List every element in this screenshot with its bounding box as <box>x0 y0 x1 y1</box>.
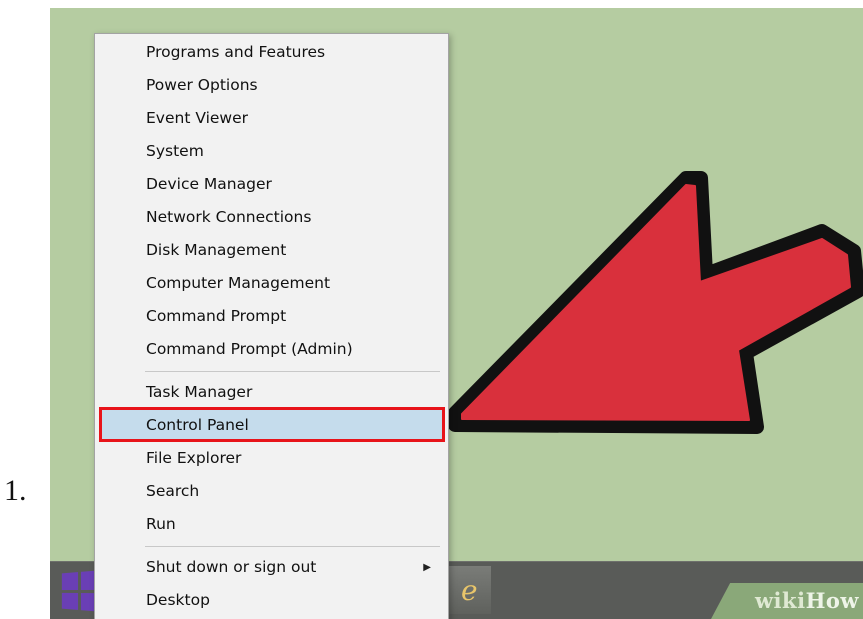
menu-item-command-prompt-admin[interactable]: Command Prompt (Admin) <box>100 334 443 365</box>
menu-item-label: Power Options <box>146 76 258 94</box>
watermark-wiki: wiki <box>754 588 806 613</box>
menu-item-power-options[interactable]: Power Options <box>100 70 443 101</box>
menu-separator <box>145 371 440 372</box>
menu-item-label: Device Manager <box>146 175 272 193</box>
menu-item-task-manager[interactable]: Task Manager <box>100 377 443 408</box>
menu-item-label: Network Connections <box>146 208 312 226</box>
menu-item-label: Command Prompt <box>146 307 287 325</box>
menu-item-shut-down-or-sign-out[interactable]: Shut down or sign out ▶ <box>100 552 443 583</box>
menu-item-event-viewer[interactable]: Event Viewer <box>100 103 443 134</box>
menu-item-label: Desktop <box>146 591 210 609</box>
menu-item-label: Event Viewer <box>146 109 249 127</box>
watermark-how: How <box>805 588 859 613</box>
menu-item-label: Run <box>146 515 176 533</box>
menu-item-computer-management[interactable]: Computer Management <box>100 268 443 299</box>
menu-item-programs-and-features[interactable]: Programs and Features <box>100 37 443 68</box>
menu-item-label: Shut down or sign out <box>146 558 317 576</box>
wikihow-watermark: wikiHow <box>755 588 859 613</box>
desktop-screenshot: ℯ wikiHow Programs and Features Power Opt… <box>50 8 863 619</box>
menu-separator <box>145 546 440 547</box>
menu-item-search[interactable]: Search <box>100 476 443 507</box>
menu-item-label: System <box>146 142 204 160</box>
menu-item-label: Task Manager <box>146 383 253 401</box>
submenu-arrow-icon: ▶ <box>423 562 431 573</box>
winx-context-menu: Programs and Features Power Options Event … <box>94 33 449 619</box>
menu-item-run[interactable]: Run <box>100 509 443 540</box>
menu-item-label: Disk Management <box>146 241 287 259</box>
menu-item-network-connections[interactable]: Network Connections <box>100 202 443 233</box>
menu-item-file-explorer[interactable]: File Explorer <box>100 443 443 474</box>
menu-item-label: Search <box>146 482 200 500</box>
menu-item-disk-management[interactable]: Disk Management <box>100 235 443 266</box>
menu-item-control-panel[interactable]: Control Panel <box>100 410 443 441</box>
internet-explorer-icon[interactable]: ℯ <box>448 566 491 614</box>
menu-item-label: Command Prompt (Admin) <box>146 340 353 358</box>
step-number: 1. <box>4 474 27 507</box>
menu-item-device-manager[interactable]: Device Manager <box>100 169 443 200</box>
menu-item-system[interactable]: System <box>100 136 443 167</box>
menu-item-label: Computer Management <box>146 274 331 292</box>
menu-item-label: File Explorer <box>146 449 242 467</box>
menu-item-label: Control Panel <box>146 416 249 434</box>
menu-item-command-prompt[interactable]: Command Prompt <box>100 301 443 332</box>
menu-item-label: Programs and Features <box>146 43 326 61</box>
menu-item-desktop[interactable]: Desktop <box>100 585 443 616</box>
